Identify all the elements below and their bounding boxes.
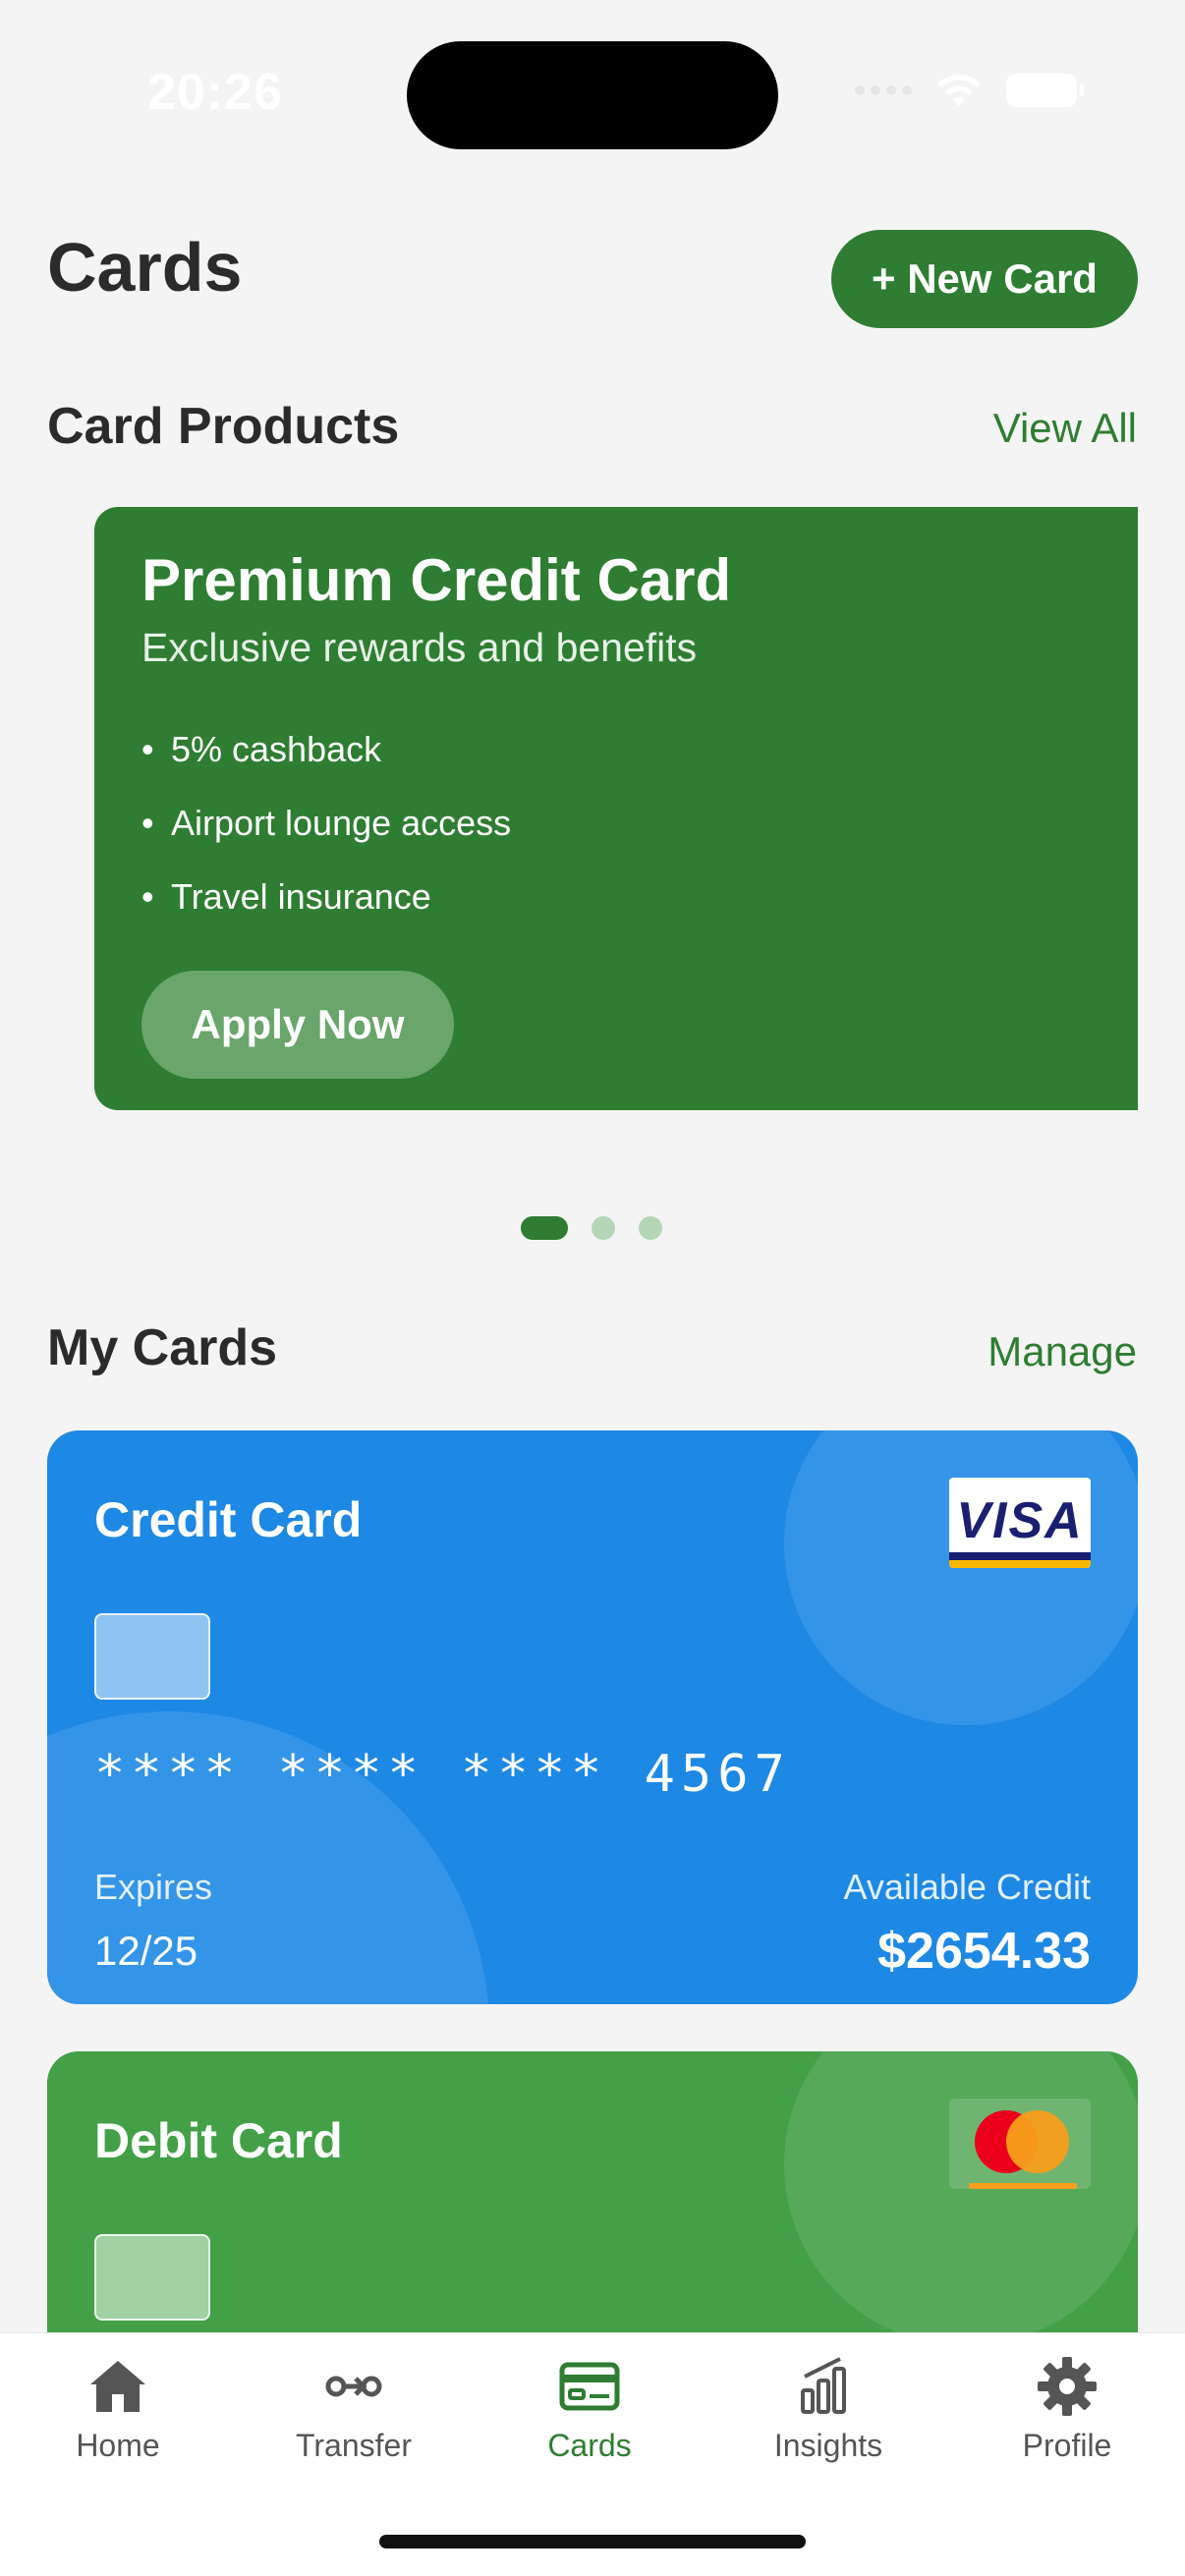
product-subtitle: Exclusive rewards and benefits (141, 625, 698, 670)
credit-card[interactable]: Credit Card VISA **** **** **** 4567 Exp… (47, 1430, 1138, 2004)
wifi-icon (937, 74, 981, 106)
transfer-icon (325, 2376, 382, 2397)
my-cards-title: My Cards (47, 1319, 278, 1376)
card-products-title: Card Products (47, 398, 400, 455)
nav-item-home[interactable]: Home (0, 2355, 236, 2473)
feature-item: • Travel insurance (141, 876, 431, 917)
cellular-signal-icon (855, 85, 912, 95)
carousel-pagination (521, 1216, 662, 1240)
card-icon (559, 2362, 620, 2411)
product-title: Premium Credit Card (141, 547, 732, 613)
expires-label: Expires (94, 1867, 213, 1907)
new-card-button[interactable]: + New Card (831, 230, 1138, 328)
nav-item-transfer[interactable]: Transfer (236, 2355, 472, 2473)
manage-link[interactable]: Manage (988, 1328, 1137, 1375)
feature-item: • 5% cashback (141, 729, 382, 769)
carousel-dot-active[interactable] (521, 1216, 568, 1240)
nav-item-cards[interactable]: Cards (472, 2355, 707, 2473)
product-card-premium[interactable]: Premium Credit Card Exclusive rewards an… (94, 507, 1138, 1110)
page-title: Cards (47, 229, 243, 306)
chip-icon (94, 2234, 210, 2321)
product-features: • 5% cashback • Airport lounge access • Tra… (141, 712, 1091, 933)
card-decoration (784, 1430, 1138, 1725)
visa-logo-icon: VISA (949, 1478, 1091, 1568)
carousel-dot[interactable] (592, 1216, 615, 1240)
apply-now-button[interactable]: Apply Now (141, 971, 454, 1079)
expires-value: 12/25 (94, 1928, 198, 1974)
nav-item-insights[interactable]: Insights (710, 2355, 946, 2473)
card-name: Credit Card (94, 1492, 363, 1547)
dynamic-island (407, 41, 778, 149)
nav-item-profile[interactable]: Profile (949, 2355, 1185, 2473)
bar-chart-icon (801, 2357, 846, 2414)
home-indicator (379, 2535, 806, 2548)
view-all-link[interactable]: View All (993, 405, 1137, 452)
carousel-dot[interactable] (639, 1216, 662, 1240)
battery-icon (1006, 74, 1084, 107)
available-credit-value: $2654.33 (877, 1923, 1091, 1980)
card-number: **** **** **** 4567 (94, 1745, 791, 1804)
status-icons (855, 71, 1084, 110)
mastercard-logo-icon (949, 2099, 1091, 2189)
chip-icon (94, 1613, 210, 1700)
gear-icon (1038, 2357, 1097, 2416)
available-credit-label: Available Credit (843, 1867, 1091, 1907)
status-time: 20:26 (147, 64, 283, 121)
card-name: Debit Card (94, 2113, 343, 2168)
feature-item: • Airport lounge access (141, 803, 512, 843)
card-decoration (784, 2051, 1138, 2346)
status-bar: 20:26 (0, 0, 1185, 187)
home-icon (90, 2361, 145, 2412)
